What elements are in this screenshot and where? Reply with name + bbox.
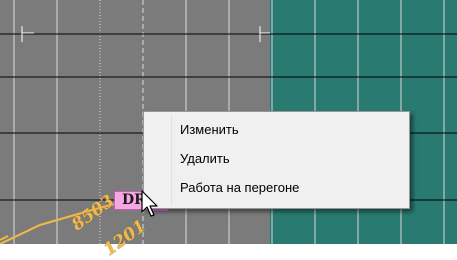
arrow-cursor-icon — [141, 190, 158, 217]
menu-item-delete[interactable]: Удалить — [146, 146, 407, 172]
menu-item-work-on-haul[interactable]: Работа на перегоне — [146, 175, 407, 201]
context-menu: Изменить Удалить Работа на перегоне — [143, 111, 410, 209]
menu-item-edit[interactable]: Изменить — [146, 117, 407, 143]
